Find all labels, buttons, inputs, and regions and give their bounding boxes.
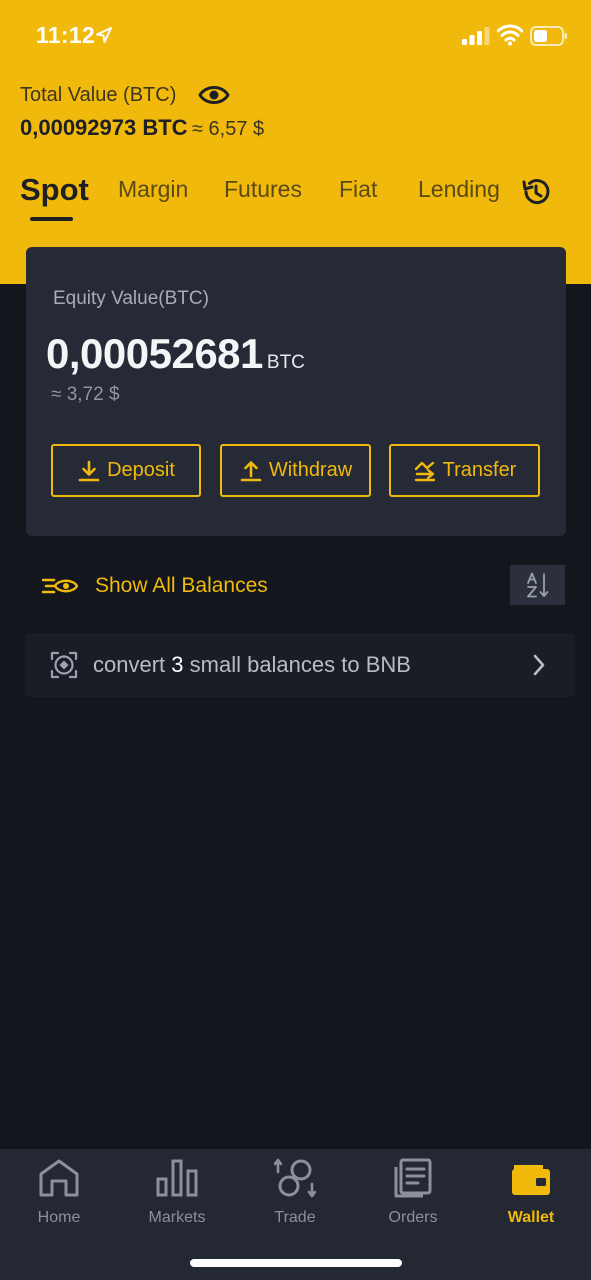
convert-small-balances-text: convert 3 small balances to BNB [93, 652, 411, 678]
withdraw-button[interactable]: Withdraw [220, 444, 371, 497]
deposit-button[interactable]: Deposit [51, 444, 201, 497]
transfer-label: Transfer [442, 459, 517, 481]
show-all-balances-label: Show All Balances [95, 574, 268, 597]
tab-futures[interactable]: Futures [224, 176, 302, 203]
upload-icon [240, 460, 262, 481]
nav-trade-label: Trade [274, 1209, 316, 1226]
status-time: 11:12 [36, 22, 96, 48]
total-value: 0,00092973 BTC ≈ 6,57 $ [20, 115, 264, 141]
convert-suffix: small balances to BNB [183, 652, 411, 677]
equity-card: Equity Value(BTC) 0,00052681 BTC ≈ 3,72 $… [26, 247, 566, 536]
equity-unit: BTC [266, 352, 305, 373]
total-btc-value: 0,00092973 BTC [20, 115, 188, 140]
wallet-tabs: Spot Margin Futures Fiat Lending [0, 170, 591, 230]
total-fiat-approx: ≈ 6,57 $ [192, 118, 265, 140]
nav-home[interactable]: Home [9, 1157, 109, 1227]
history-icon[interactable] [520, 176, 552, 208]
transfer-button[interactable]: Transfer [389, 444, 540, 497]
show-all-balances-toggle[interactable]: Show All Balances [42, 568, 268, 604]
eye-icon[interactable] [198, 82, 230, 108]
tab-spot[interactable]: Spot [20, 172, 89, 208]
orders-icon [394, 1158, 432, 1198]
transfer-icon [414, 461, 435, 481]
wallet-icon [512, 1165, 550, 1195]
location-arrow-icon [96, 27, 112, 43]
home-indicator [190, 1259, 402, 1267]
nav-orders-label: Orders [388, 1209, 438, 1226]
nav-wallet-label: Wallet [507, 1209, 555, 1226]
nav-wallet[interactable]: Wallet [481, 1157, 581, 1227]
equity-fiat-approx: ≈ 3,72 $ [51, 384, 120, 405]
chevron-right-icon [533, 654, 545, 676]
trade-icon [274, 1158, 316, 1198]
total-value-label: Total Value (BTC) [20, 84, 177, 106]
nav-home-label: Home [37, 1209, 81, 1226]
active-tab-indicator [30, 217, 73, 221]
nav-trade[interactable]: Trade [245, 1157, 345, 1227]
markets-icon [156, 1159, 198, 1197]
nav-orders[interactable]: Orders [363, 1157, 463, 1227]
convert-count: 3 [171, 652, 184, 677]
cellular-signal-icon [462, 27, 490, 45]
status-bar: 11:12 [0, 0, 591, 72]
tab-margin[interactable]: Margin [118, 176, 188, 203]
sort-button[interactable] [510, 565, 565, 605]
visibility-list-icon [42, 578, 78, 594]
withdraw-label: Withdraw [268, 459, 353, 481]
sort-az-icon [526, 572, 548, 598]
deposit-label: Deposit [107, 459, 175, 481]
convert-small-balances-row[interactable]: convert 3 small balances to BNB [25, 633, 575, 697]
tab-fiat[interactable]: Fiat [339, 176, 377, 203]
battery-icon [530, 26, 567, 46]
equity-label: Equity Value(BTC) [53, 288, 209, 309]
download-icon [78, 460, 100, 481]
nav-markets[interactable]: Markets [127, 1157, 227, 1227]
equity-value: 0,00052681 BTC [46, 330, 305, 378]
bnb-convert-icon [50, 651, 78, 679]
wifi-icon [497, 24, 523, 46]
home-icon [39, 1159, 79, 1197]
nav-markets-label: Markets [148, 1209, 206, 1226]
convert-prefix: convert [93, 652, 172, 677]
equity-btc-value: 0,00052681 [46, 330, 263, 377]
tab-lending[interactable]: Lending [418, 176, 500, 203]
